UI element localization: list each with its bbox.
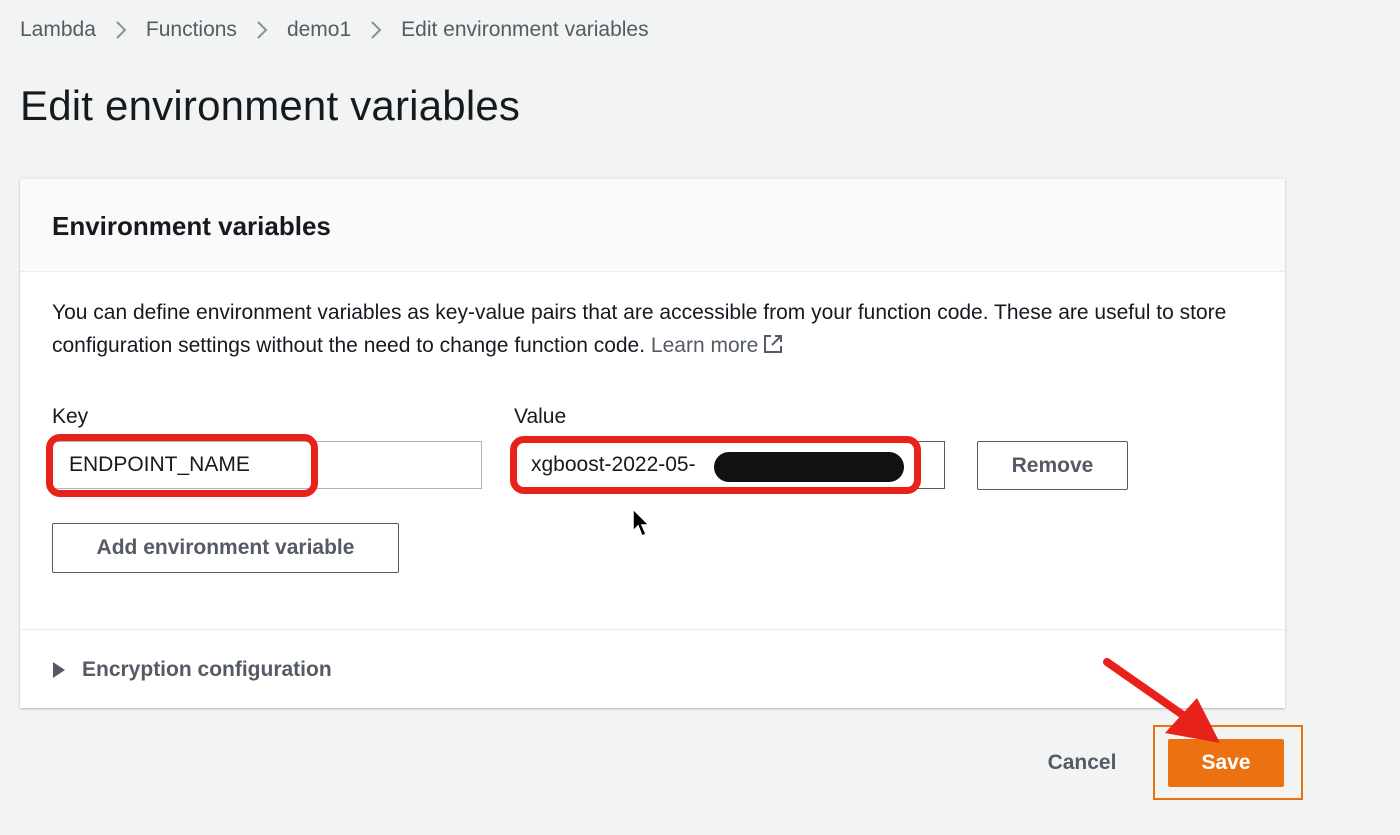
page-title: Edit environment variables [20,82,521,129]
breadcrumb-lambda[interactable]: Lambda [20,18,96,42]
breadcrumb-current: Edit environment variables [401,18,649,41]
breadcrumb: Lambda Functions demo1 Edit environment … [20,14,649,46]
chevron-right-icon [96,20,146,40]
chevron-right-icon [237,20,287,40]
breadcrumb-demo1[interactable]: demo1 [287,18,351,42]
env-key-input[interactable] [52,441,482,489]
key-label: Key [52,405,89,428]
panel-title: Environment variables [52,211,331,241]
external-link-icon [762,332,784,365]
panel-description: You can define environment variables as … [52,296,1262,365]
learn-more-label: Learn more [650,334,759,357]
description-text: You can define environment variables as … [52,301,1227,357]
caret-right-icon [53,661,65,678]
encryption-configuration-label: Encryption configuration [82,657,332,681]
breadcrumb-functions[interactable]: Functions [146,18,237,42]
value-label: Value [514,405,567,428]
panel-header: Environment variables [20,179,1285,272]
cancel-button[interactable]: Cancel [1032,745,1132,781]
redaction-mark [714,452,904,482]
learn-more-link[interactable]: Learn more [651,334,784,357]
remove-button[interactable]: Remove [977,441,1128,490]
chevron-right-icon [351,20,401,40]
save-button[interactable]: Save [1168,739,1284,787]
add-environment-variable-button[interactable]: Add environment variable [52,523,399,573]
encryption-configuration-toggle[interactable]: Encryption configuration [20,629,1285,709]
